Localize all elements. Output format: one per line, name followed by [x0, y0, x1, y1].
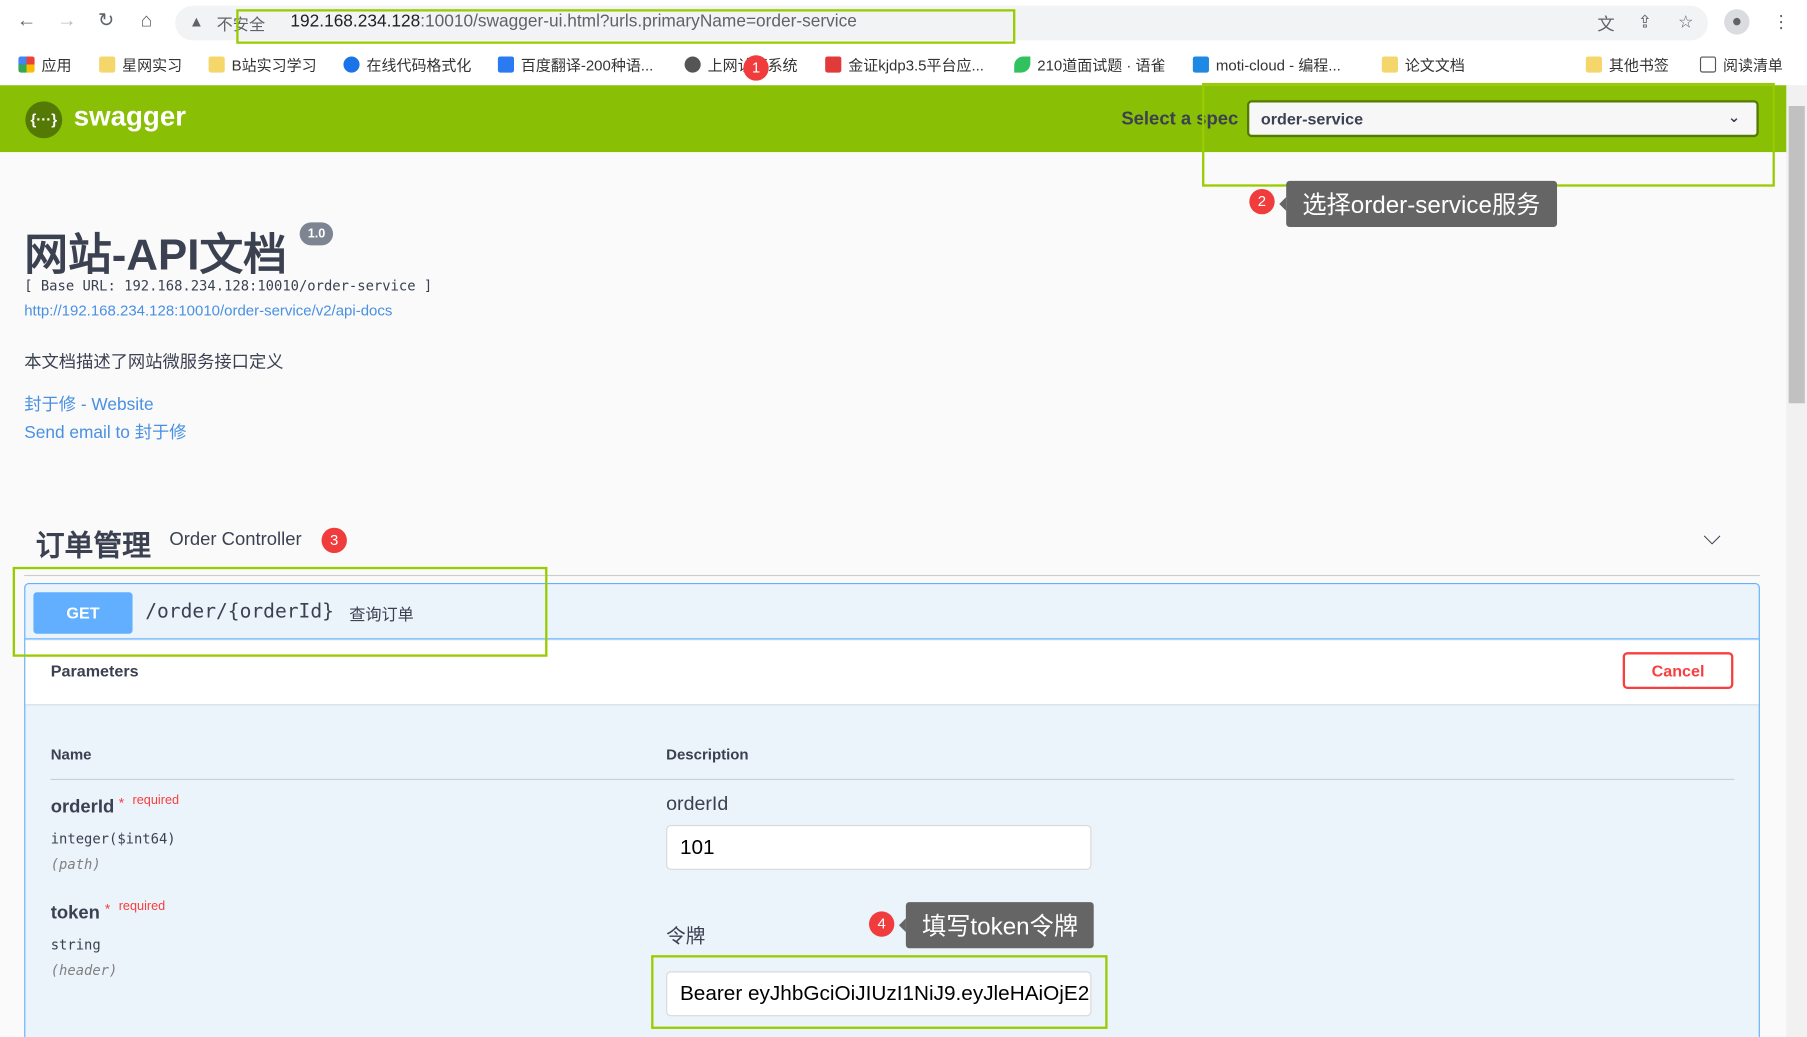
reading-list-icon — [1699, 55, 1717, 73]
swagger-logo-icon[interactable]: {···} — [25, 101, 63, 139]
bookmark-label: 应用 — [41, 56, 72, 74]
api-docs-link[interactable]: http://192.168.234.128:10010/order-servi… — [24, 302, 392, 319]
bookmark-item[interactable]: B站实习学习 — [208, 53, 317, 75]
base-url: [ Base URL: 192.168.234.128:10010/order-… — [24, 277, 433, 294]
param-description: 令牌 — [666, 925, 706, 948]
bookmark-item[interactable]: moti-cloud - 编程... — [1192, 53, 1341, 75]
website-link[interactable]: 封于修 - Website — [24, 392, 153, 416]
folder-icon — [1381, 55, 1398, 73]
bookmark-item[interactable]: 上网认证系统 — [684, 53, 798, 75]
required-star: * — [104, 901, 111, 918]
version-badge: 1.0 — [299, 222, 334, 246]
bookmark-label: 金证kjdp3.5平台应... — [848, 56, 984, 74]
bookmark-item[interactable]: 其他书签 — [1585, 53, 1669, 75]
bookmark-label: 论文文档 — [1404, 56, 1465, 74]
param-location: (header) — [50, 962, 118, 979]
annotation-badge-3: 3 — [321, 527, 347, 554]
translate-icon[interactable]: 文 — [1597, 12, 1614, 36]
menu-icon[interactable]: ⋮ — [1773, 12, 1790, 33]
parameters-title: Parameters — [50, 661, 139, 680]
highlight-box-url — [236, 9, 1016, 44]
bookmark-label: 其他书签 — [1608, 56, 1669, 74]
column-description: Description — [666, 745, 749, 763]
required-star: * — [118, 795, 125, 812]
globe-icon — [684, 55, 701, 73]
translate-icon — [497, 55, 515, 73]
orderId-input[interactable]: 101 — [666, 824, 1092, 870]
bookmark-label: B站实习学习 — [231, 56, 317, 74]
param-type: integer($int64) — [50, 830, 176, 847]
param-type: string — [50, 936, 101, 953]
yuque-icon — [1014, 55, 1031, 73]
table-divider — [50, 778, 1735, 781]
param-location: (path) — [50, 856, 101, 873]
highlight-box-spec — [1202, 82, 1775, 187]
highlight-box-operation — [12, 566, 548, 657]
bookmark-item[interactable]: 210道面试题 · 语雀 — [1014, 53, 1165, 75]
cancel-button[interactable]: Cancel — [1622, 652, 1734, 690]
star-icon[interactable]: ☆ — [1678, 12, 1694, 33]
api-description: 本文档描述了网站微服务接口定义 — [24, 352, 284, 373]
code-icon — [1192, 55, 1209, 73]
reload-icon[interactable]: ↻ — [93, 9, 118, 32]
annotation-badge-1: 1 — [743, 55, 769, 81]
required-label: required — [132, 793, 180, 808]
brand-icon — [825, 55, 842, 73]
bookmark-item[interactable]: 金证kjdp3.5平台应... — [825, 53, 984, 75]
annotation-tooltip-2: 选择order-service服务 — [1279, 180, 1557, 227]
param-name: orderId — [50, 797, 115, 817]
scrollbar[interactable] — [1786, 85, 1807, 1037]
annotation-tooltip-4: 填写token令牌 — [898, 902, 1095, 949]
column-name: Name — [50, 745, 92, 763]
bookmark-label: 星网实习 — [122, 56, 183, 74]
folder-icon — [99, 55, 116, 73]
swagger-brand[interactable]: swagger — [74, 101, 186, 133]
bookmark-label: 百度翻译-200种语... — [520, 56, 654, 74]
home-icon[interactable]: ⌂ — [134, 9, 159, 32]
profile-icon[interactable]: ● — [1724, 9, 1750, 35]
bookmark-item[interactable]: 论文文档 — [1381, 53, 1465, 75]
collapse-chevron-icon[interactable]: ⌵ — [1703, 524, 1720, 551]
param-description: orderId — [666, 792, 729, 815]
bookmark-item[interactable]: 阅读清单 — [1699, 53, 1783, 75]
forward-icon[interactable]: → — [54, 9, 79, 32]
c-logo-icon — [343, 55, 360, 73]
required-label: required — [118, 899, 166, 914]
bookmark-label: moti-cloud - 编程... — [1215, 56, 1341, 74]
bookmark-label: 210道面试题 · 语雀 — [1037, 56, 1166, 74]
apps-grid-icon — [18, 55, 35, 73]
highlight-box-token — [651, 955, 1108, 1029]
annotation-badge-2: 2 — [1249, 188, 1275, 215]
bookmark-label: 在线代码格式化 — [366, 56, 472, 74]
email-link[interactable]: Send email to 封于修 — [24, 419, 186, 443]
share-icon[interactable]: ⇪ — [1638, 12, 1652, 33]
tag-title[interactable]: 订单管理 — [36, 523, 151, 564]
page-title: 网站-API文档 — [24, 231, 287, 280]
bookmark-item[interactable]: 星网实习 — [99, 53, 182, 75]
bookmark-item[interactable]: 应用 — [18, 53, 71, 75]
folder-icon — [1585, 55, 1602, 73]
warning-icon: ▲ — [189, 12, 204, 30]
tag-description: Order Controller — [169, 530, 302, 550]
folder-icon — [208, 55, 225, 73]
bookmark-label: 阅读清单 — [1722, 56, 1783, 74]
bookmark-item[interactable]: 百度翻译-200种语... — [497, 53, 654, 75]
param-name: token — [50, 903, 100, 923]
bookmark-item[interactable]: 在线代码格式化 — [343, 53, 471, 75]
annotation-badge-4: 4 — [868, 911, 895, 937]
scrollbar-thumb[interactable] — [1788, 106, 1805, 404]
back-icon[interactable]: ← — [14, 9, 39, 32]
